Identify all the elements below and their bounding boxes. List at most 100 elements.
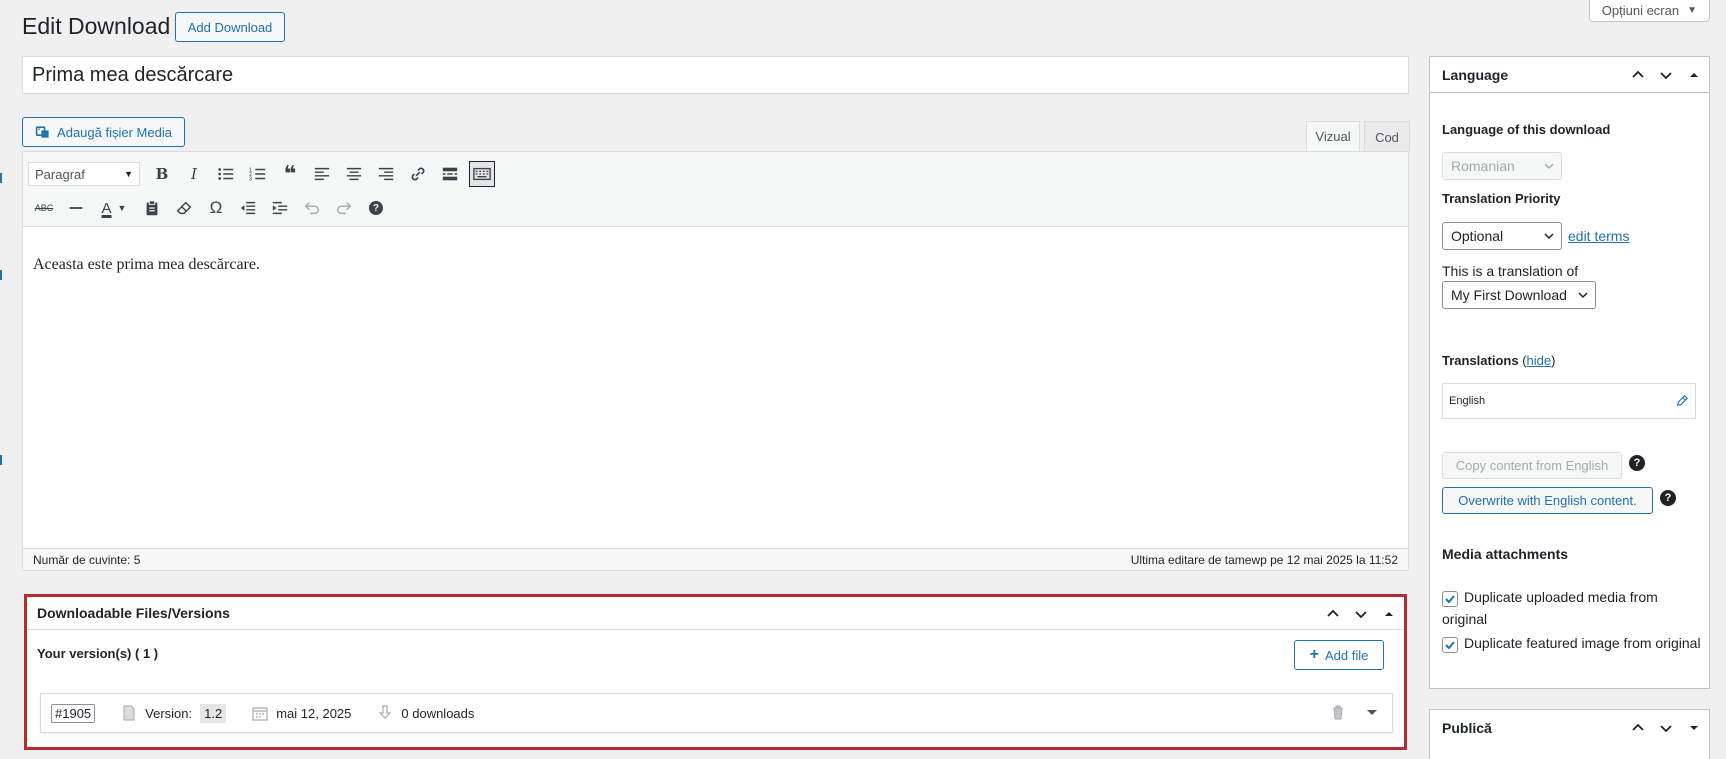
link-icon[interactable] — [402, 160, 434, 188]
language-select-value: Romanian — [1451, 158, 1515, 174]
downloadable-files-box: Downloadable Files/Versions Your version… — [24, 594, 1407, 750]
chevron-up-icon[interactable] — [1629, 66, 1647, 84]
read-more-icon[interactable] — [434, 160, 466, 188]
italic-icon[interactable]: I — [178, 160, 210, 188]
content-editor: Paragraf ▼ B I 123 ❝ ABC A ▼ Ω ? Aceasta… — [22, 151, 1409, 571]
toolbar-row-1: Paragraf ▼ B I 123 ❝ — [28, 160, 495, 188]
tab-code[interactable]: Cod — [1364, 121, 1410, 152]
translation-priority-value: Optional — [1451, 228, 1504, 244]
horizontal-line-icon[interactable] — [60, 194, 92, 222]
chevron-down-icon — [1578, 292, 1588, 299]
version-label: Version: — [145, 705, 193, 721]
pencil-icon[interactable] — [1675, 394, 1689, 408]
downloadable-files-title: Downloadable Files/Versions — [37, 605, 230, 621]
admin-menu-edge — [0, 0, 2, 759]
menu-indicator — [0, 270, 2, 280]
redo-icon[interactable] — [328, 194, 360, 222]
versions-label: Your version(s) ( 1 ) — [37, 646, 159, 661]
version-actions — [1330, 704, 1380, 723]
translation-entry: English — [1442, 383, 1696, 419]
bullet-list-icon[interactable] — [210, 160, 242, 188]
version-row[interactable]: #1905 Version: 1.2 mai 12, 2025 0 downlo… — [40, 693, 1393, 733]
help-icon[interactable]: ? — [360, 194, 392, 222]
text-color-icon[interactable]: A ▼ — [92, 194, 136, 222]
caret-down-icon: ▼ — [1687, 5, 1697, 16]
add-file-button[interactable]: + Add file — [1294, 640, 1384, 670]
editor-status-bar: Număr de cuvinte: 5 Ultima editare de ta… — [22, 548, 1409, 571]
edit-terms-link[interactable]: edit terms — [1568, 228, 1629, 244]
language-box-title: Language — [1442, 66, 1509, 83]
svg-text:3: 3 — [249, 176, 252, 182]
indent-icon[interactable] — [264, 194, 296, 222]
duplicate-featured-option[interactable]: Duplicate featured image from original — [1442, 632, 1702, 654]
align-left-icon[interactable] — [306, 160, 338, 188]
duplicate-featured-checkbox[interactable] — [1442, 637, 1458, 653]
collapse-toggle-icon[interactable] — [1685, 719, 1703, 737]
add-file-label: Add file — [1324, 647, 1369, 663]
numbered-list-icon[interactable]: 123 — [242, 160, 274, 188]
hide-translations-link[interactable]: hide — [1527, 353, 1552, 368]
blockquote-icon[interactable]: ❝ — [274, 160, 306, 188]
align-center-icon[interactable] — [338, 160, 370, 188]
trash-icon[interactable] — [1330, 704, 1346, 723]
screen-options-button[interactable]: Opțiuni ecran ▼ — [1588, 0, 1710, 22]
publish-box: Publică — [1429, 709, 1710, 759]
chevron-up-icon[interactable] — [1324, 605, 1342, 623]
clear-formatting-icon[interactable] — [168, 194, 200, 222]
file-icon — [123, 705, 135, 721]
menu-indicator — [0, 173, 2, 183]
screen-options-label: Opțiuni ecran — [1601, 3, 1680, 18]
version-value: 1.2 — [200, 703, 227, 723]
chevron-up-icon[interactable] — [1629, 719, 1647, 737]
caret-down-icon[interactable] — [1364, 704, 1380, 723]
post-title-input[interactable]: Prima mea descărcare — [22, 56, 1409, 94]
add-media-button[interactable]: Adaugă fișier Media — [22, 117, 185, 147]
chevron-down-icon — [1544, 163, 1554, 170]
toolbar-toggle-icon[interactable] — [469, 161, 495, 187]
duplicate-media-option[interactable]: Duplicate uploaded media from original — [1442, 586, 1702, 630]
translations-label: Translations — [1442, 353, 1519, 368]
add-download-button[interactable]: Add Download — [175, 12, 285, 42]
bold-icon[interactable]: B — [146, 160, 178, 188]
strikethrough-icon[interactable]: ABC — [28, 194, 60, 222]
caret-down-icon: ▼ — [124, 169, 133, 179]
help-icon[interactable]: ? — [1660, 490, 1676, 506]
version-id: #1905 — [51, 703, 96, 723]
add-media-label: Adaugă fișier Media — [57, 124, 172, 140]
outdent-icon[interactable] — [232, 194, 264, 222]
word-count: Număr de cuvinte: 5 — [33, 552, 141, 567]
undo-icon[interactable] — [296, 194, 328, 222]
plus-icon: + — [1309, 646, 1319, 663]
chevron-down-icon[interactable] — [1352, 605, 1370, 623]
version-date: mai 12, 2025 — [252, 705, 351, 721]
translation-of-value: My First Download — [1451, 287, 1567, 303]
collapse-toggle-icon[interactable] — [1380, 605, 1398, 623]
version-date-value: mai 12, 2025 — [276, 705, 352, 721]
copy-content-button: Copy content from English — [1442, 452, 1622, 479]
translation-priority-select[interactable]: Optional — [1442, 222, 1562, 250]
collapse-toggle-icon[interactable] — [1685, 66, 1703, 84]
editor-body-text[interactable]: Aceasta este prima mea descărcare. — [33, 256, 260, 274]
language-label: Language of this download — [1442, 122, 1611, 137]
duplicate-featured-label: Duplicate featured image from original — [1464, 635, 1701, 651]
version-number: Version: 1.2 — [121, 703, 227, 723]
special-character-icon[interactable]: Ω — [200, 194, 232, 222]
chevron-down-icon[interactable] — [1657, 719, 1675, 737]
language-box-header: Language — [1430, 57, 1709, 93]
duplicate-media-label: Duplicate uploaded media from original — [1442, 589, 1658, 627]
format-select[interactable]: Paragraf ▼ — [28, 162, 140, 186]
media-icon — [35, 126, 49, 138]
overwrite-content-button[interactable]: Overwrite with English content. — [1442, 487, 1653, 514]
duplicate-media-checkbox[interactable] — [1442, 591, 1458, 607]
translation-language: English — [1449, 395, 1486, 407]
align-right-icon[interactable] — [370, 160, 402, 188]
chevron-down-icon[interactable] — [1657, 66, 1675, 84]
tab-visual[interactable]: Vizual — [1306, 121, 1360, 152]
paste-text-icon[interactable] — [136, 194, 168, 222]
help-icon[interactable]: ? — [1629, 455, 1645, 471]
publish-box-title: Publică — [1442, 720, 1492, 736]
page-title: Edit Download — [22, 13, 171, 39]
media-attachments-label: Media attachments — [1442, 546, 1569, 562]
language-box: Language Language of this download Roman… — [1429, 56, 1710, 689]
translation-of-select[interactable]: My First Download — [1442, 281, 1596, 309]
